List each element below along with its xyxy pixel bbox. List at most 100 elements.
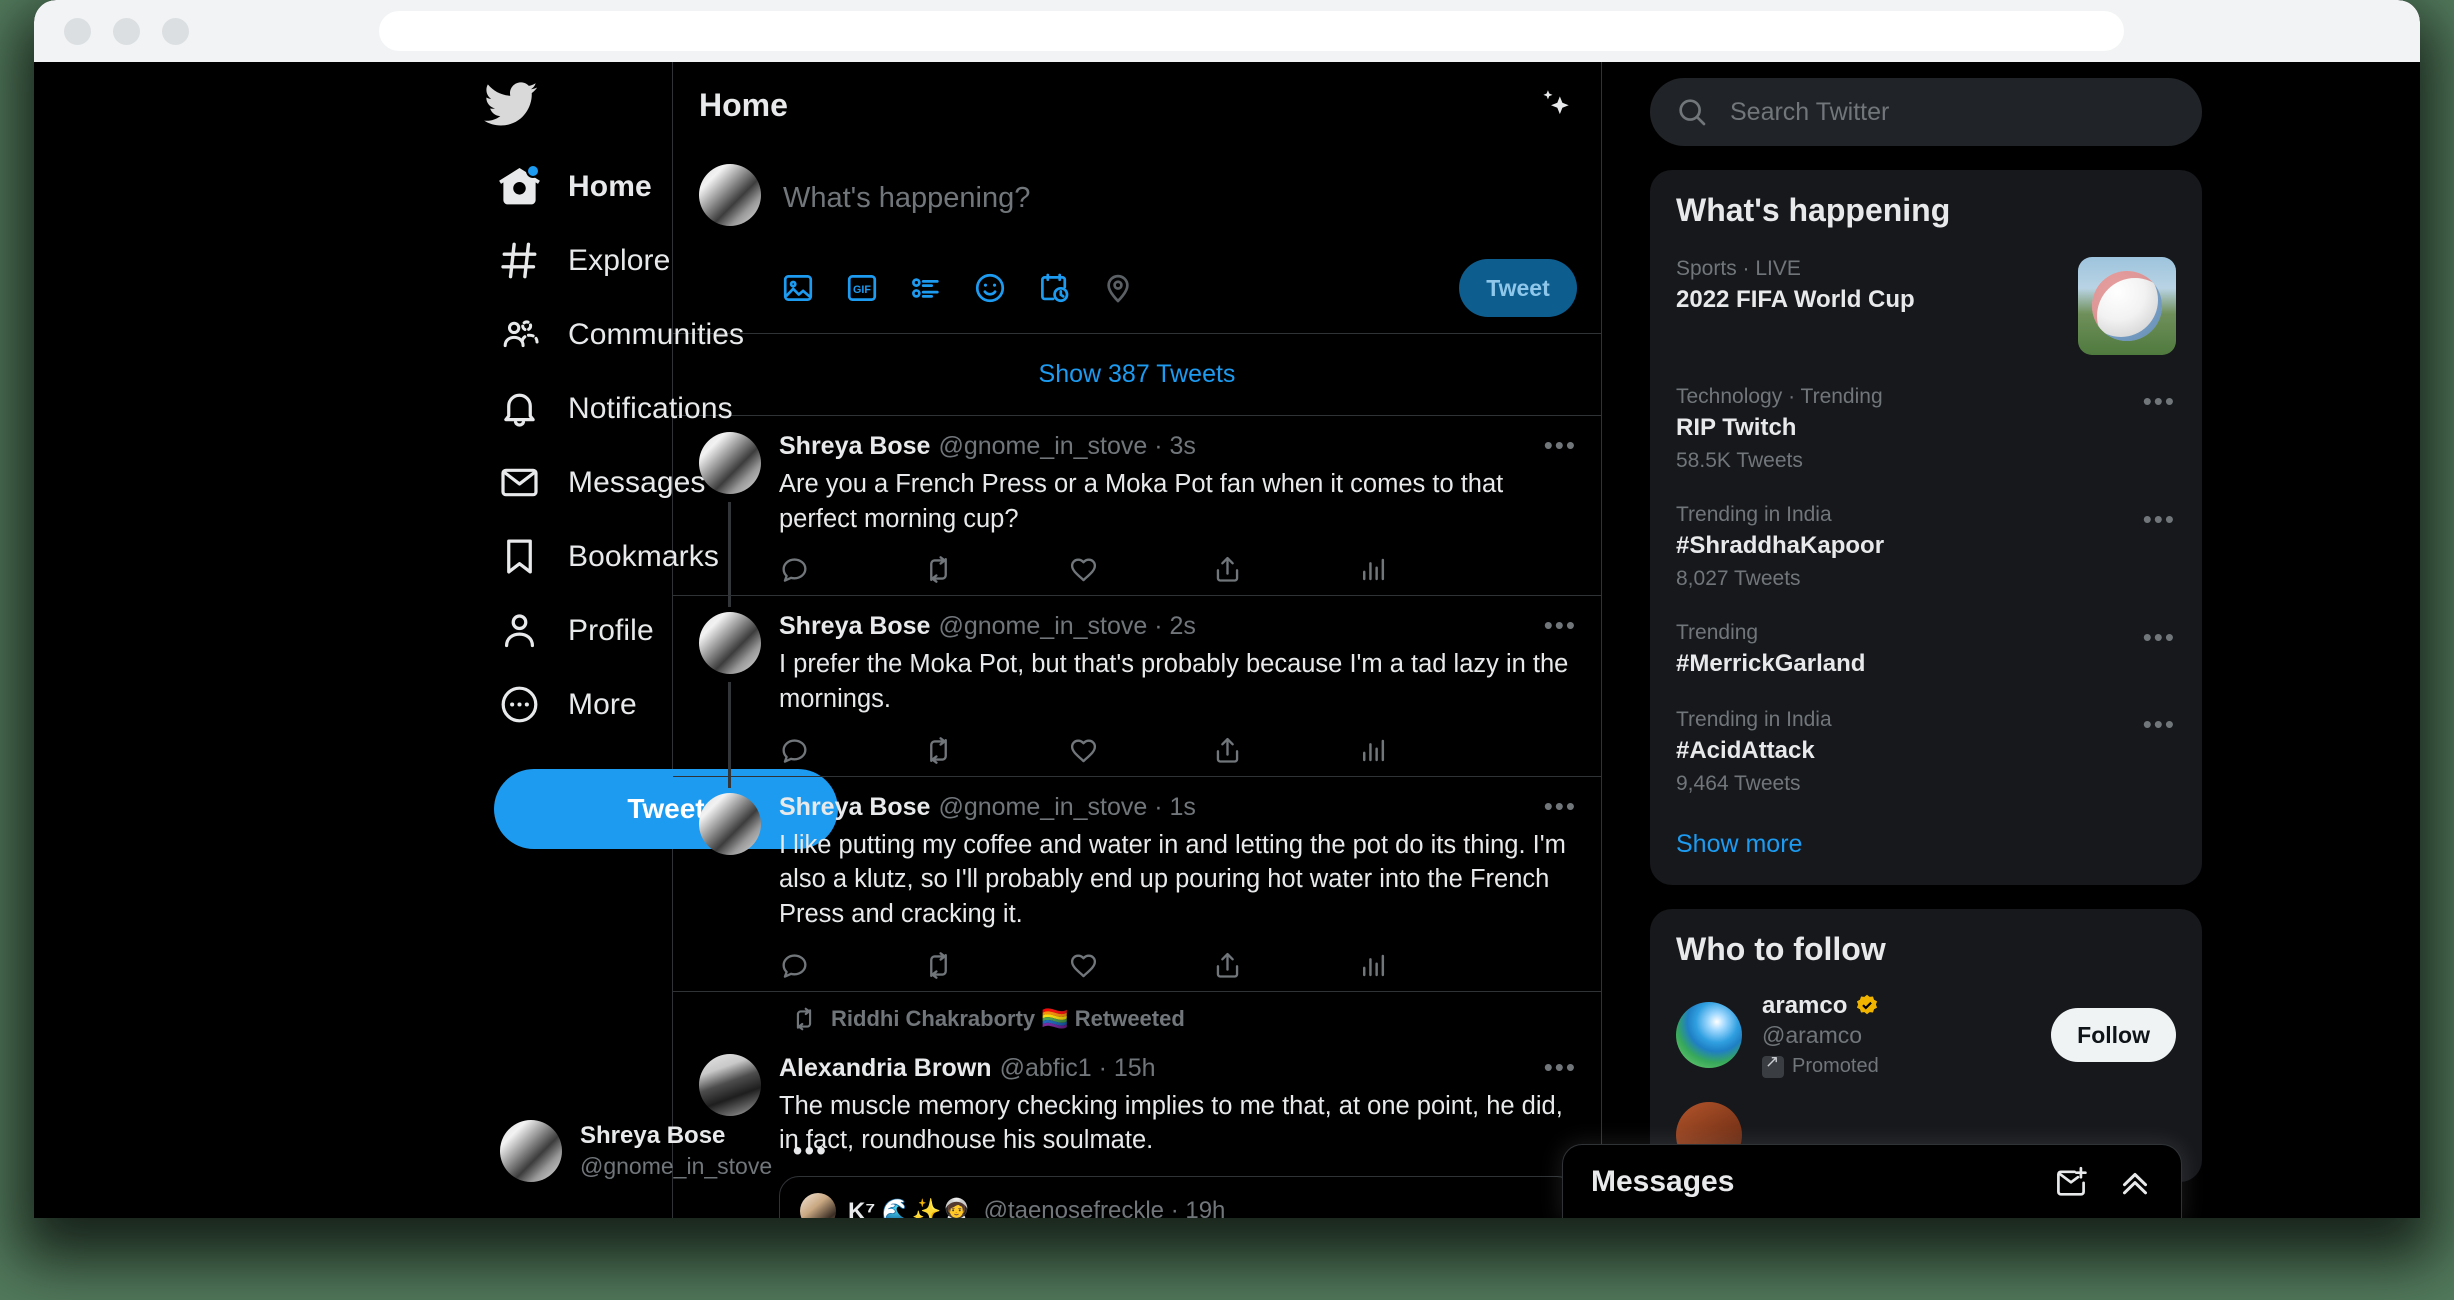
poll-icon[interactable] — [909, 271, 943, 305]
tweet-header: Shreya Bose @gnome_in_stove · 2s ••• — [779, 612, 1577, 641]
tweet-text-input[interactable]: What's happening? — [781, 164, 1577, 215]
tweet-composer: What's happening? GIF Tweet — [673, 148, 1601, 333]
tweet-text: Are you a French Press or a Moka Pot fan… — [779, 470, 1504, 533]
avatar[interactable] — [699, 1053, 761, 1116]
emoji-icon[interactable] — [973, 271, 1007, 305]
tweet-more-icon[interactable]: ••• — [1544, 793, 1577, 818]
trend-item[interactable]: Technology · Trending RIP Twitch 58.5K T… — [1650, 371, 2202, 489]
tweet-meta: @gnome_in_stove · 3s — [938, 432, 1196, 460]
sidebar-item-explore[interactable]: Explore — [492, 226, 692, 295]
like-icon[interactable] — [1068, 950, 1212, 981]
tweet-meta: @gnome_in_stove · 1s — [938, 792, 1196, 821]
retweet-icon[interactable] — [923, 950, 1067, 981]
sidebar-item-home[interactable]: Home — [492, 152, 674, 221]
sidebar-item-communities[interactable]: Communities — [492, 300, 766, 369]
image-icon[interactable] — [781, 271, 815, 305]
envelope-icon — [498, 461, 541, 504]
whats-happening-title: What's happening — [1676, 192, 1951, 228]
tweet-body: Shreya Bose @gnome_in_stove · 2s ••• I p… — [779, 612, 1577, 771]
tweet-more-icon[interactable]: ••• — [1544, 1054, 1577, 1079]
tweet-author-name[interactable]: Shreya Bose — [779, 612, 930, 641]
suggestion-info: aramco @aramco Promoted — [1762, 992, 2031, 1078]
who-to-follow-title: Who to follow — [1676, 931, 1886, 967]
chevron-up-icon[interactable] — [2117, 1164, 2153, 1200]
tweet-body: Shreya Bose @gnome_in_stove · 3s ••• Are… — [779, 432, 1577, 591]
analytics-icon[interactable] — [1357, 950, 1501, 981]
avatar — [800, 1193, 836, 1218]
sidebar-item-profile[interactable]: Profile — [492, 596, 676, 665]
quoted-tweet-card[interactable]: K⁷ 🌊✨🧑‍🚀 @taenosefreckle · 19h — [779, 1176, 1577, 1218]
maximize-window-dot[interactable] — [162, 17, 189, 45]
sparkle-icon[interactable] — [1535, 84, 1577, 126]
list-item[interactable]: aramco @aramco Promoted Follow — [1650, 982, 2202, 1092]
suggestion-handle: @aramco — [1762, 1022, 1863, 1048]
hashtag-icon — [498, 239, 541, 282]
retweet-icon[interactable] — [923, 735, 1067, 766]
page-title: Home — [699, 86, 788, 123]
table-row[interactable]: Shreya Bose @gnome_in_stove · 1s ••• I l… — [673, 775, 1601, 991]
tweet-meta: @gnome_in_stove · 2s — [938, 612, 1196, 641]
trend-item[interactable]: Trending #MerrickGarland ••• — [1650, 607, 2202, 694]
trend-count: 8,027 Tweets — [1676, 567, 1801, 590]
like-icon[interactable] — [1068, 735, 1212, 766]
share-icon[interactable] — [1212, 735, 1356, 766]
table-row[interactable]: Riddhi Chakraborty 🏳️‍🌈 Retweeted Alexan… — [673, 990, 1601, 1218]
new-message-icon[interactable] — [2053, 1164, 2089, 1200]
avatar-column — [699, 432, 761, 608]
url-bar[interactable] — [379, 11, 2124, 51]
search-input[interactable]: Search Twitter — [1650, 78, 2202, 146]
tweet-more-icon[interactable]: ••• — [1544, 432, 1577, 457]
trend-more-icon[interactable]: ••• — [2143, 385, 2176, 414]
feed-header: Home — [673, 62, 1601, 148]
avatar[interactable] — [699, 612, 761, 675]
reply-icon[interactable] — [779, 554, 923, 585]
avatar[interactable] — [699, 432, 761, 494]
svg-text:GIF: GIF — [853, 284, 871, 296]
avatar[interactable] — [1676, 1002, 1742, 1068]
show-more-trends-link[interactable]: Show more — [1650, 812, 2202, 885]
tweet-author-name[interactable]: Shreya Bose — [779, 432, 930, 461]
share-icon[interactable] — [1212, 950, 1356, 981]
close-window-dot[interactable] — [64, 17, 91, 45]
trend-item[interactable]: Sports · LIVE 2022 FIFA World Cup — [1650, 243, 2202, 371]
gif-icon[interactable]: GIF — [845, 271, 879, 305]
show-new-tweets-button[interactable]: Show 387 Tweets — [673, 334, 1601, 416]
location-icon[interactable] — [1101, 271, 1135, 305]
sidebar-item-more[interactable]: More — [492, 670, 659, 739]
messages-dock-actions — [2053, 1164, 2153, 1200]
retweet-icon[interactable] — [923, 554, 1067, 585]
reply-icon[interactable] — [779, 735, 923, 766]
messages-dock[interactable]: Messages — [1562, 1144, 2182, 1218]
analytics-icon[interactable] — [1357, 554, 1501, 585]
bookmark-icon — [498, 535, 541, 578]
trend-more-icon[interactable]: ••• — [2143, 621, 2176, 650]
thread-connector — [728, 502, 731, 608]
sidebar-item-label: Explore — [568, 243, 671, 277]
avatar — [500, 1120, 562, 1182]
tweet-more-icon[interactable]: ••• — [1544, 613, 1577, 638]
avatar[interactable] — [699, 792, 761, 855]
share-icon[interactable] — [1212, 554, 1356, 585]
screen-root: Home Explore Communities Notifications M… — [0, 0, 2454, 1300]
table-row[interactable]: Shreya Bose @gnome_in_stove · 3s ••• Are… — [673, 416, 1601, 608]
trend-more-icon[interactable]: ••• — [2143, 708, 2176, 737]
analytics-icon[interactable] — [1357, 735, 1501, 766]
table-row[interactable]: Shreya Bose @gnome_in_stove · 2s ••• I p… — [673, 595, 1601, 788]
twitter-bird-logo[interactable] — [482, 76, 546, 136]
trend-item[interactable]: Trending in India #ShraddhaKapoor 8,027 … — [1650, 489, 2202, 607]
reply-icon[interactable] — [779, 950, 923, 981]
trend-more-icon[interactable]: ••• — [2143, 503, 2176, 532]
trend-item[interactable]: Trending in India #AcidAttack 9,464 Twee… — [1650, 694, 2202, 812]
schedule-icon[interactable] — [1037, 271, 1071, 305]
minimize-window-dot[interactable] — [113, 17, 140, 45]
twitter-app: Home Explore Communities Notifications M… — [34, 62, 2420, 1218]
tweet-author-name[interactable]: Shreya Bose — [779, 793, 930, 822]
retweet-icon — [796, 1007, 812, 1030]
like-icon[interactable] — [1068, 554, 1212, 585]
suggestion-display-name: aramco — [1762, 992, 1848, 1019]
tweet-author-name[interactable]: Alexandria Brown — [779, 1054, 992, 1083]
nav-list: Home Explore Communities Notifications M… — [492, 152, 744, 739]
window-controls[interactable] — [64, 17, 189, 45]
follow-button[interactable]: Follow — [2051, 1008, 2176, 1062]
composer-tweet-button[interactable]: Tweet — [1459, 259, 1577, 317]
